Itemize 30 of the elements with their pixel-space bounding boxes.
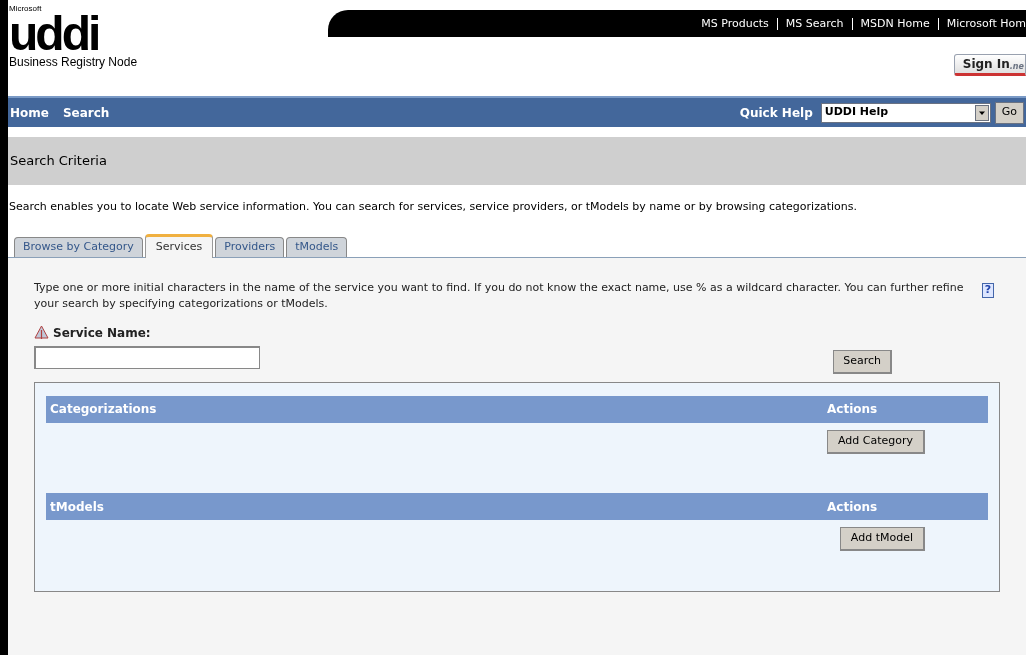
group-title: Categorizations xyxy=(50,401,158,418)
actions-label: Actions xyxy=(827,401,879,418)
nav-link[interactable]: Home xyxy=(10,103,49,122)
group-title: tModels xyxy=(50,498,105,516)
search-button[interactable]: Search xyxy=(833,349,892,374)
quick-help-select[interactable]: UDDI Help xyxy=(820,102,991,123)
section-title: Search Criteria xyxy=(10,152,107,171)
intro-text: Search enables you to locate Web service information. You can search for services, service providers, or tModels by name or by browsing categorizations. xyxy=(8,199,858,215)
company-name: Microsoft xyxy=(9,4,43,14)
top-link[interactable]: MS Search xyxy=(776,17,844,30)
tab[interactable]: Providers xyxy=(215,236,285,257)
service-name-field[interactable] xyxy=(34,346,260,369)
tab[interactable]: Browse by Category xyxy=(14,236,143,257)
service-name-label: Service Name: xyxy=(53,324,151,342)
tab[interactable]: Services xyxy=(144,233,214,258)
quick-help-label: Quick Help xyxy=(739,104,813,122)
tab[interactable]: tModels xyxy=(286,236,348,257)
top-link[interactable]: MSDN Home xyxy=(851,17,930,30)
go-button[interactable]: Go xyxy=(994,101,1024,124)
top-link[interactable]: Microsoft Hom xyxy=(937,17,1026,30)
logo: uddi xyxy=(9,14,99,54)
sign-in-button[interactable]: Sign In.ne xyxy=(953,54,1026,76)
help-icon[interactable]: ? xyxy=(982,282,994,298)
instructions-text: Type one or more initial characters in the name of the service you want to find. If you do not know the exact name, use % as a wildcard character. You can further refine your search by specifying categorizations or tModels. xyxy=(34,279,965,312)
add-button[interactable]: Add tModel xyxy=(839,527,925,551)
add-button[interactable]: Add Category xyxy=(826,429,925,454)
nav-link[interactable]: Search xyxy=(62,103,110,122)
top-link[interactable]: MS Products xyxy=(701,17,769,30)
site-subtitle: Business Registry Node xyxy=(9,54,139,70)
actions-label: Actions xyxy=(827,498,879,516)
